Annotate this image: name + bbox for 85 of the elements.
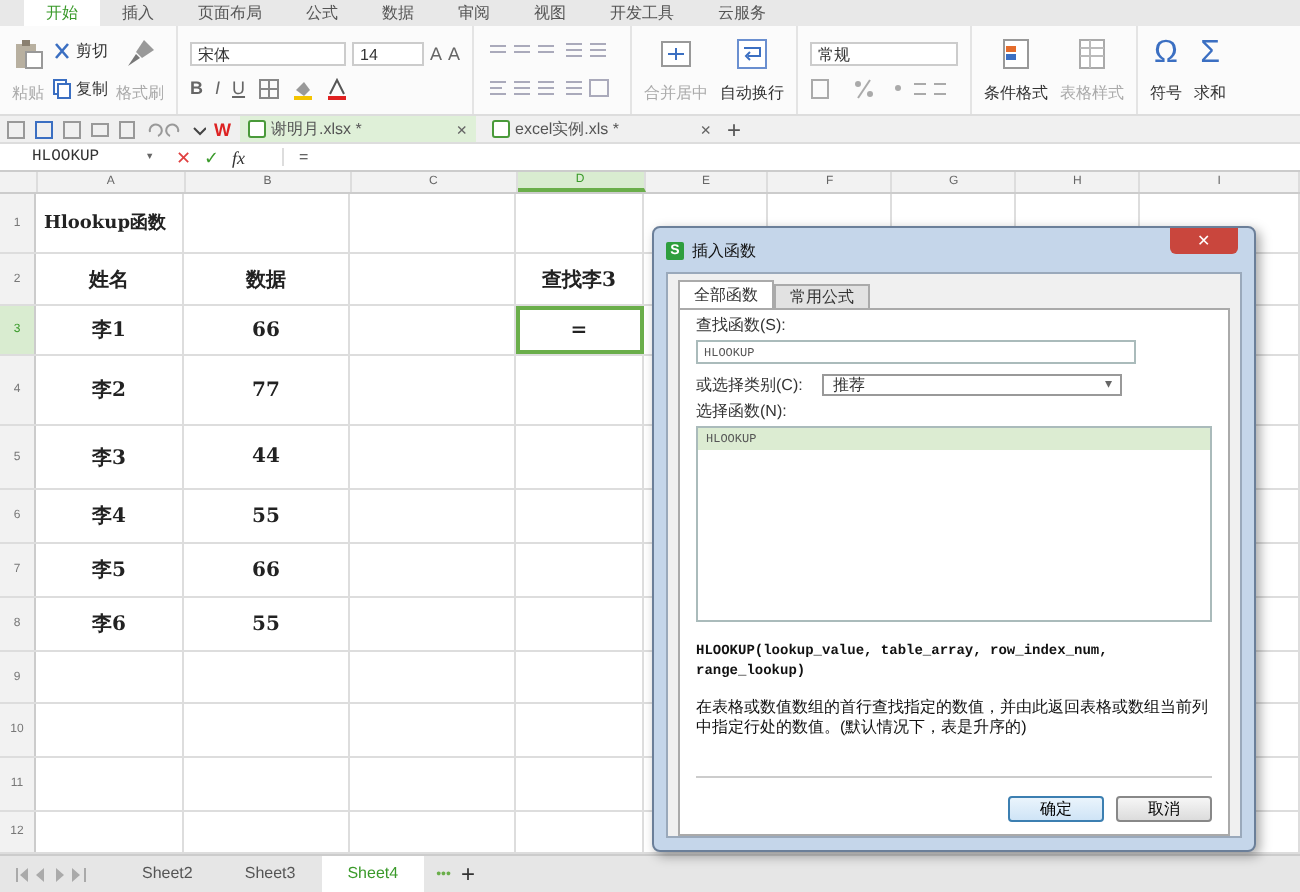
table-cell-text: 查找李3 [542,267,616,293]
table-cell-text: 李4 [92,503,126,530]
table-cell-text: 李5 [92,557,126,584]
table-cell: 66 [252,319,280,341]
scissors-icon[interactable] [52,41,72,61]
ok-button[interactable]: 确定 [1008,796,1104,822]
table-cell: 55 [252,613,280,635]
wrap-text-icon[interactable] [736,37,769,69]
menu-tab[interactable]: 云服务 [696,0,788,26]
conditional-format-icon[interactable] [1000,37,1033,69]
fill-color-icon[interactable] [291,77,314,99]
dialog-title: 插入函数 [692,239,756,261]
copy-icon[interactable] [52,78,72,100]
underline-icon[interactable]: U [232,78,246,98]
function-list-label: 选择函数(N): [696,402,789,422]
dialog-tab[interactable]: 全部函数 [678,280,774,308]
w-logo-icon: W [214,119,231,139]
sigma-icon[interactable]: Σ [1200,37,1220,69]
menu-tab[interactable]: 审阅 [436,0,512,26]
menu-tab[interactable]: 插入 [100,0,176,26]
sum-label[interactable]: 求和 [1194,81,1227,103]
table-cell-text: 李1 [92,317,126,344]
number-format-dropdown[interactable]: 常规 [810,41,959,65]
document-tab[interactable]: excel实例.xls * × [483,116,719,142]
font-dropdown[interactable]: 宋体 [190,41,346,65]
close-tab-icon[interactable]: × [456,119,467,139]
table-cell: = [570,319,588,341]
function-icon[interactable]: fx [232,147,245,167]
quick-access-icons-drawing[interactable] [6,119,206,139]
shrink-font-icon[interactable]: A [448,43,461,63]
close-tab-icon[interactable]: × [700,119,711,139]
search-label: 查找函数(S): [696,316,788,336]
dialog-tab[interactable]: 常用公式 [774,284,870,308]
table-cell: 55 [252,505,280,527]
table-cell-text: Hlookup函数 [44,211,167,236]
spreadsheet-file-icon [247,120,265,138]
table-cell-text: 姓名 [89,267,129,293]
menu-tab[interactable]: 数据 [360,0,436,26]
grow-font-icon[interactable]: A [430,43,443,63]
table-cell-text: 李3 [92,445,126,471]
table-cell: 66 [252,559,280,581]
border-icon[interactable] [257,77,280,99]
clipboard-icon[interactable] [12,37,44,69]
font-size-dropdown[interactable]: 14 [352,41,424,65]
conditional-format-label[interactable]: 条件格式 [984,81,1049,103]
sheet-tab[interactable]: Sheet2 [116,856,219,892]
menu-tab[interactable]: 页面布局 [176,0,284,26]
category-label: 或选择类别(C): [696,375,803,395]
bold-icon[interactable]: B [190,78,203,98]
confirm-icon[interactable]: ✓ [204,147,220,167]
cancel-button[interactable]: 取消 [1116,796,1212,822]
wrap-text-label[interactable]: 自动换行 [720,81,785,103]
table-cell: 44 [252,446,280,468]
cut-label[interactable]: 剪切 [76,40,108,62]
menu-tab[interactable]: 公式 [284,0,360,26]
function-description: 在表格或数值数组的首行查找指定的数值，并由此返回表格或数组当前列中指定行处的数值。(默认情况下，表是升序的) [696,698,1210,738]
document-tab-label[interactable]: excel实例.xls * [515,118,620,140]
add-sheet-icon[interactable]: + [460,860,475,888]
menu-tab[interactable]: 视图 [512,0,588,26]
menu-tab[interactable]: 开始 [24,0,100,26]
formula-input[interactable]: = [281,148,1300,166]
name-box-value: HLOOKUP [32,148,100,166]
copy-label[interactable]: 复制 [76,78,108,100]
category-value: 推荐 [832,376,865,394]
cancel-icon[interactable]: ✕ [176,147,192,167]
number-format-icons-drawing[interactable] [810,77,951,99]
table-style-icon[interactable] [1076,37,1109,69]
omega-icon[interactable]: Ω [1154,37,1179,69]
italic-icon[interactable]: I [215,78,221,98]
menu-tab[interactable]: 开发工具 [588,0,696,26]
sheet-tab[interactable]: Sheet3 [218,856,322,892]
symbol-label[interactable]: 符号 [1150,81,1183,103]
table-cell: 77 [252,379,280,401]
sheet-tab[interactable]: Sheet4 [321,856,425,892]
spreadsheet-file-icon [491,120,509,138]
new-tab-icon[interactable]: + [727,117,742,141]
merge-cells-icon[interactable] [660,37,693,69]
table-cell-text: 李6 [92,611,126,638]
close-button[interactable]: ✕ [1170,228,1238,254]
table-cell-text: 李2 [92,377,126,404]
brush-icon[interactable] [124,37,156,69]
document-tab[interactable]: 谢明月.xlsx * × [239,116,475,142]
font-color-icon[interactable] [325,77,348,99]
table-cell-text: 数据 [246,267,286,293]
document-tab-label[interactable]: 谢明月.xlsx * [271,118,362,140]
